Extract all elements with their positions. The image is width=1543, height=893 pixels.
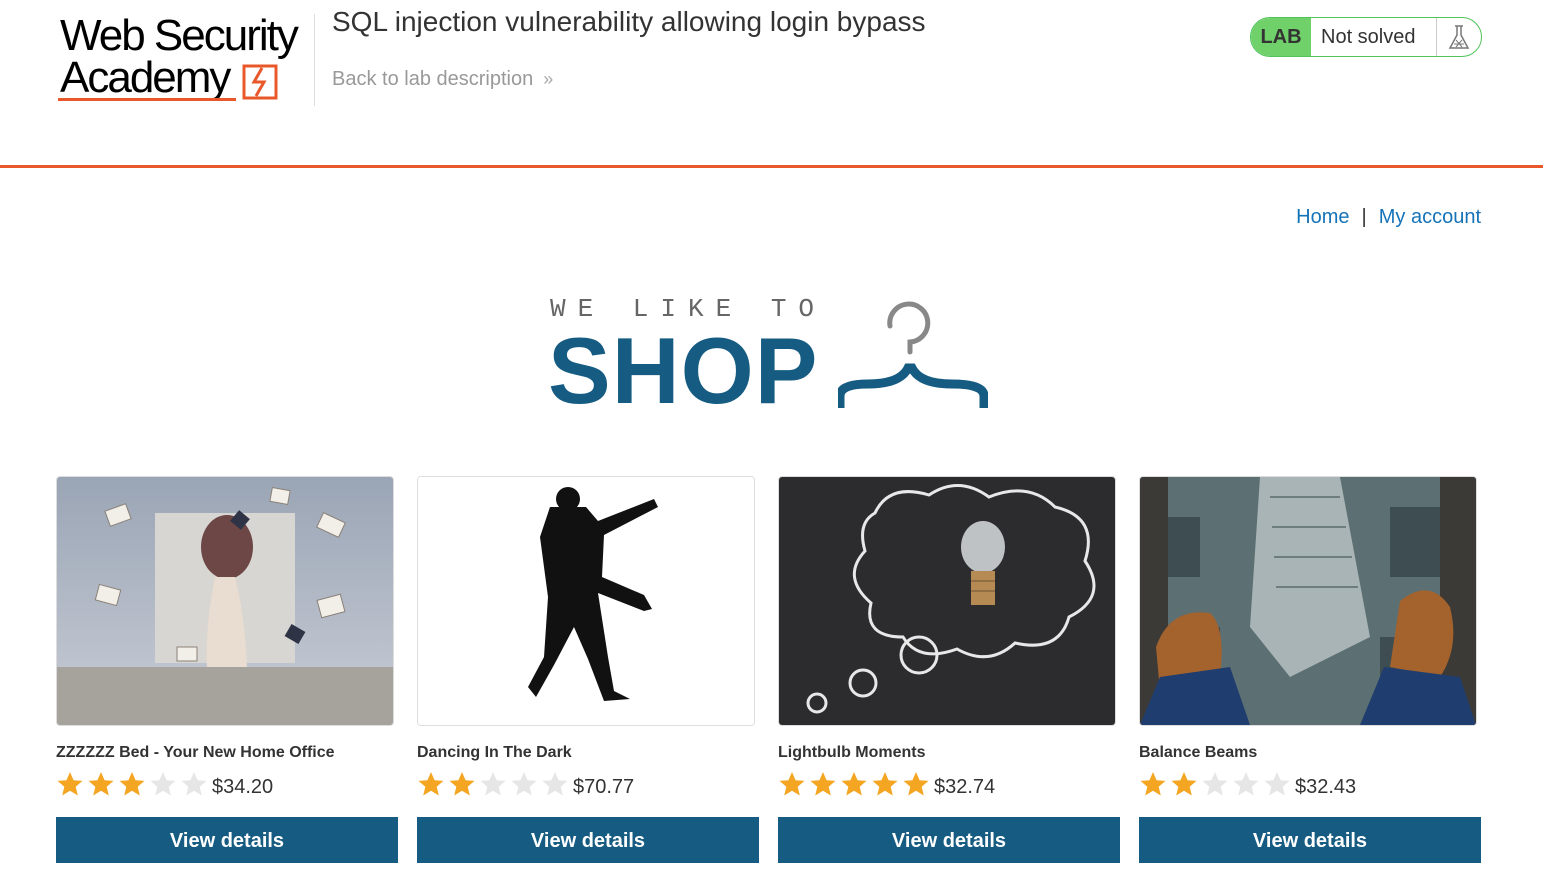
star-filled-icon bbox=[903, 772, 929, 796]
banner-shop-title: SHOP bbox=[548, 318, 819, 423]
star-filled-icon bbox=[872, 772, 898, 796]
logo-text-line2: Academy bbox=[60, 53, 231, 102]
header-divider bbox=[314, 14, 315, 106]
double-chevron-right-icon: » bbox=[543, 69, 554, 89]
rating-stars bbox=[417, 771, 572, 797]
star-filled-icon bbox=[57, 772, 83, 796]
view-details-button[interactable]: View details bbox=[1139, 817, 1481, 863]
lab-header: Web Security Academy SQL injection vulne… bbox=[0, 0, 1543, 166]
nav-my-account-link[interactable]: My account bbox=[1379, 206, 1481, 228]
star-filled-icon bbox=[88, 772, 114, 796]
star-filled-icon bbox=[779, 772, 805, 796]
back-to-lab-description-link[interactable]: Back to lab description » bbox=[332, 68, 553, 91]
hanger-icon bbox=[838, 301, 988, 408]
product-image-feet-over-city bbox=[1139, 476, 1477, 726]
product-price: $70.77 bbox=[573, 776, 635, 798]
star-empty-icon bbox=[511, 772, 537, 796]
lab-status-widget: LAB Not solved bbox=[1250, 17, 1482, 57]
star-filled-icon bbox=[810, 772, 836, 796]
logo-underline bbox=[58, 98, 236, 101]
product-name: Dancing In The Dark bbox=[417, 744, 572, 761]
nav-home-link[interactable]: Home bbox=[1296, 206, 1349, 228]
star-filled-icon bbox=[449, 772, 475, 796]
web-security-academy-logo[interactable]: Web Security Academy bbox=[58, 12, 308, 104]
top-nav: Home | My account bbox=[1296, 206, 1481, 229]
star-empty-icon bbox=[181, 772, 207, 796]
star-filled-icon bbox=[841, 772, 867, 796]
logo-bolt-icon bbox=[242, 64, 278, 100]
product-name: Lightbulb Moments bbox=[778, 744, 926, 761]
product-price: $32.74 bbox=[934, 776, 996, 798]
product-price: $32.43 bbox=[1295, 776, 1357, 798]
lab-title: SQL injection vulnerability allowing log… bbox=[332, 6, 926, 37]
star-filled-icon bbox=[1140, 772, 1166, 796]
star-empty-icon bbox=[1233, 772, 1259, 796]
star-empty-icon bbox=[1202, 772, 1228, 796]
view-details-button[interactable]: View details bbox=[417, 817, 759, 863]
view-details-button[interactable]: View details bbox=[778, 817, 1120, 863]
product-name: Balance Beams bbox=[1139, 744, 1258, 761]
view-details-button[interactable]: View details bbox=[56, 817, 398, 863]
lab-badge: LAB bbox=[1251, 18, 1311, 56]
shop-banner: WE LIKE TO SHOP bbox=[548, 294, 998, 418]
rating-stars bbox=[56, 771, 211, 797]
star-empty-icon bbox=[480, 772, 506, 796]
header-orange-rule bbox=[0, 165, 1543, 168]
product-name: ZZZZZZ Bed - Your New Home Office bbox=[56, 744, 335, 761]
star-empty-icon bbox=[542, 772, 568, 796]
product-image-lightbulb-chalk-cloud bbox=[778, 476, 1116, 726]
star-empty-icon bbox=[150, 772, 176, 796]
star-filled-icon bbox=[418, 772, 444, 796]
product-price: $34.20 bbox=[212, 776, 274, 798]
lab-status-text: Not solved bbox=[1321, 26, 1416, 48]
star-filled-icon bbox=[1171, 772, 1197, 796]
product-image-dancer-silhouette bbox=[417, 476, 755, 726]
product-image-floating-books bbox=[56, 476, 394, 726]
rating-stars bbox=[1139, 771, 1294, 797]
star-empty-icon bbox=[1264, 772, 1290, 796]
nav-separator: | bbox=[1361, 206, 1367, 228]
back-link-label: Back to lab description bbox=[332, 68, 534, 90]
rating-stars bbox=[778, 771, 933, 797]
flask-icon bbox=[1436, 18, 1481, 56]
star-filled-icon bbox=[119, 772, 145, 796]
